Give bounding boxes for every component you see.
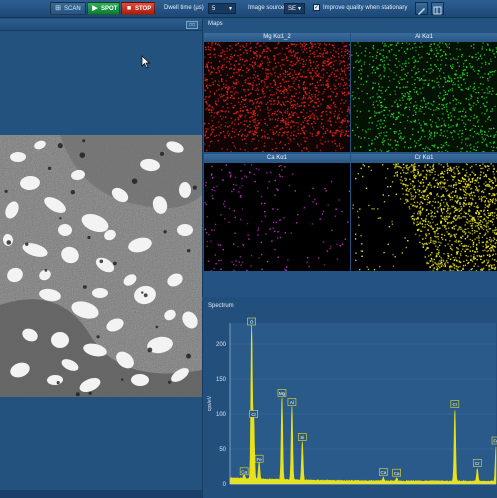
svg-text:Si: Si <box>300 435 304 440</box>
peak-label[interactable]: Cr <box>472 459 482 467</box>
dwell-time-label: Dwell time (µs) <box>164 5 204 11</box>
scan-button[interactable]: ⊞ SCAN <box>50 2 86 15</box>
peak-label[interactable]: Ca <box>392 468 401 477</box>
map-title-al: Al Kα1 <box>351 33 497 42</box>
svg-text:Ca: Ca <box>394 471 400 476</box>
status-strip <box>0 490 202 498</box>
acquisition-toolbar: ⊞ SCAN ▶ SPOT ■ STOP Dwell time (µs) 5 ▼… <box>0 0 497 18</box>
peak-label[interactable]: Si <box>298 433 307 441</box>
image-panel-header: □□ <box>0 19 202 31</box>
map-ca[interactable] <box>204 163 350 271</box>
svg-text:Cr: Cr <box>452 402 457 407</box>
map-al[interactable] <box>351 42 497 152</box>
spot-button[interactable]: ▶ SPOT <box>87 2 120 15</box>
y-tick-label: 100 <box>216 412 227 418</box>
chevron-down-icon: ▼ <box>297 6 302 12</box>
al-map-image <box>351 42 497 152</box>
stop-label: STOP <box>135 6 152 12</box>
map-title-ca: Ca Kα1 <box>204 154 350 163</box>
image-source-select[interactable]: SE ▼ <box>284 3 305 14</box>
map-cr[interactable] <box>351 163 497 271</box>
expand-icon[interactable]: □□ <box>186 21 198 29</box>
y-axis-label: cps/eV <box>207 395 213 411</box>
electron-image-panel: □□ <box>0 19 202 498</box>
layout-icon-button[interactable] <box>431 2 444 15</box>
spectrum-chart[interactable]: 0 50 100 150 200 cps/eV O Cr Fe Mg Al Si Ca Ca Cr Cr Fe C… <box>203 301 497 498</box>
cr-map-image <box>352 163 497 271</box>
svg-text:Fe: Fe <box>256 457 262 462</box>
peak-label[interactable]: Ca <box>239 467 249 476</box>
peak-label[interactable]: O <box>247 317 256 326</box>
map-pixels <box>204 42 350 152</box>
eds-application-window: ⊞ SCAN ▶ SPOT ■ STOP Dwell time (µs) 5 ▼… <box>0 0 497 498</box>
svg-text:Fe: Fe <box>493 439 497 444</box>
dwell-time-value: 5 <box>212 6 216 12</box>
improve-quality-label: Improve quality when stationary <box>323 5 408 11</box>
image-source-label: Image source: <box>248 5 287 11</box>
scan-label: SCAN <box>64 6 81 12</box>
map-pixels <box>204 163 350 271</box>
mg-map-image <box>204 42 350 152</box>
y-tick-label: 200 <box>216 342 227 348</box>
chevron-down-icon: ▼ <box>228 6 233 12</box>
spot-label: SPOT <box>101 6 118 12</box>
peak-label[interactable]: Fe <box>254 454 264 463</box>
svg-text:Ca: Ca <box>380 470 386 475</box>
y-tick-label: 150 <box>216 377 227 383</box>
dwell-time-select[interactable]: 5 ▼ <box>208 3 236 14</box>
peak-label[interactable]: Cr <box>450 400 460 408</box>
sem-micrograph[interactable] <box>0 135 202 397</box>
svg-text:O: O <box>250 320 254 325</box>
peak-label[interactable]: Ca <box>379 468 388 476</box>
play-icon: ▶ <box>92 5 98 12</box>
map-title-mg: Mg Kα1_2 <box>204 33 350 42</box>
map-mg[interactable] <box>204 42 350 152</box>
pencil-icon <box>418 8 425 15</box>
peak-label[interactable]: Al <box>287 398 297 406</box>
stop-icon: ■ <box>126 5 132 12</box>
map-pixels <box>352 163 497 271</box>
map-title-cr: Cr Kα1 <box>351 154 497 163</box>
map-pixels <box>351 42 497 152</box>
stop-button[interactable]: ■ STOP <box>121 2 155 15</box>
maps-panel: Maps Mg Kα1_2 Al Kα1 Ca Kα1 Cr Kα1 <box>202 19 497 297</box>
y-tick-label: 50 <box>219 447 226 453</box>
scan-icon: ⊞ <box>55 5 61 12</box>
svg-text:Cr: Cr <box>251 412 256 417</box>
svg-text:Al: Al <box>290 400 294 405</box>
svg-text:Mg: Mg <box>279 391 286 396</box>
maps-panel-title: Maps <box>208 21 223 27</box>
peak-label[interactable]: Cr <box>249 410 258 418</box>
image-source-value: SE <box>288 6 297 12</box>
ca-map-image <box>204 163 350 271</box>
peak-label[interactable]: Mg <box>277 389 287 397</box>
svg-text:Cr: Cr <box>475 461 480 466</box>
svg-text:Ca: Ca <box>241 469 247 474</box>
y-tick-label: 0 <box>223 482 227 488</box>
peak-label[interactable]: Fe <box>491 436 497 445</box>
spectrum-panel: Spectrum 0 50 100 150 200 cps/eV O Cr Fe Mg Al Si Ca… <box>202 301 497 498</box>
settings-icon-button[interactable] <box>415 2 428 15</box>
mouse-pointer-icon <box>141 55 151 69</box>
improve-quality-checkbox[interactable]: ✓ <box>313 4 320 11</box>
layout-icon <box>433 6 442 15</box>
